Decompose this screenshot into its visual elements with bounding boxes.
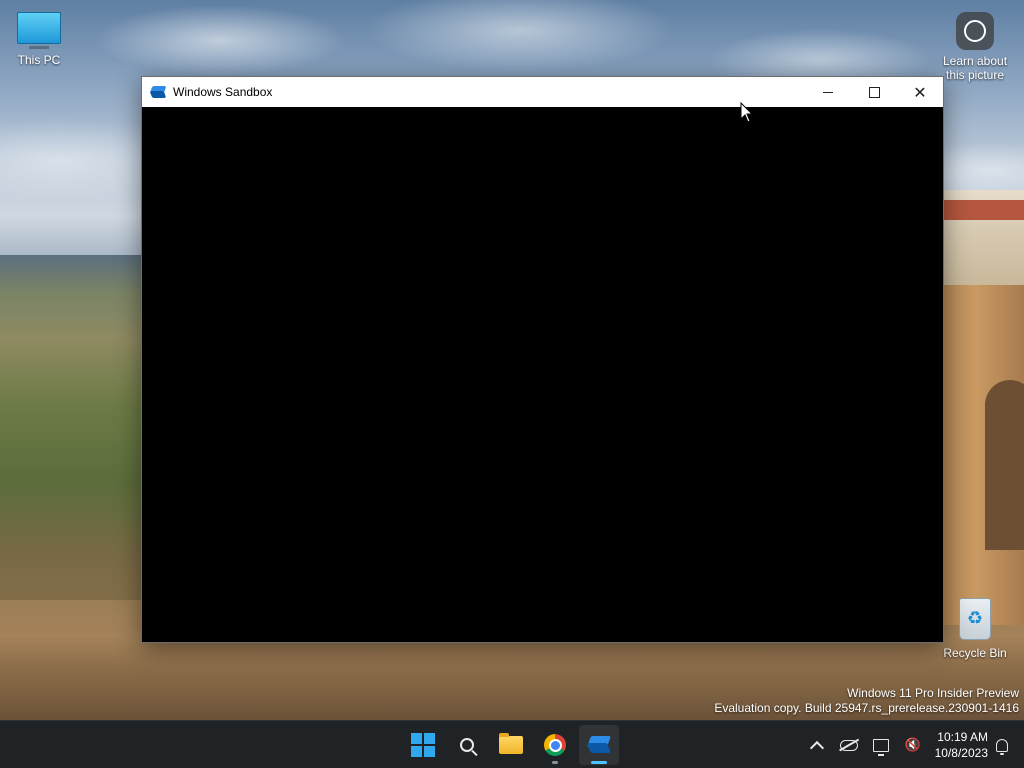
clock-date: 10/8/2023 [934, 746, 988, 760]
wallpaper-roof [944, 200, 1024, 220]
network-button[interactable] [869, 733, 893, 757]
clock[interactable]: 10:19 AM 10/8/2023 [935, 729, 988, 761]
monitor-stand [29, 46, 49, 49]
chevron-up-icon [809, 740, 824, 755]
maximize-icon [868, 86, 880, 98]
running-indicator [552, 761, 558, 764]
chrome-button[interactable] [535, 725, 575, 765]
desktop-icon-learn-about-picture[interactable]: Learn about this picture [938, 10, 1012, 82]
sandbox-window: Windows Sandbox ✕ [141, 76, 944, 643]
sandbox-taskbar-button[interactable] [579, 725, 619, 765]
chrome-icon [544, 734, 566, 756]
volume-muted-icon: 🔇 [904, 737, 921, 753]
watermark-line-2: Evaluation copy. Build 25947.rs_prerelea… [714, 701, 1019, 715]
camera-info-icon [956, 12, 994, 50]
sandbox-icon [587, 736, 611, 754]
taskbar-apps [403, 721, 619, 768]
windows-logo-icon [411, 733, 435, 757]
file-explorer-button[interactable] [491, 725, 531, 765]
notification-bell-icon[interactable] [996, 738, 1008, 755]
window-title: Windows Sandbox [173, 85, 273, 99]
monitor-icon [17, 12, 61, 44]
sandbox-content-area[interactable] [142, 107, 943, 642]
active-indicator [591, 761, 607, 764]
system-tray: 🔇 10:19 AM 10/8/2023 [801, 721, 1024, 768]
onedrive-button[interactable] [837, 733, 861, 757]
onedrive-offline-icon [839, 739, 858, 751]
clock-time: 10:19 AM [937, 730, 988, 744]
folder-icon [499, 733, 523, 754]
sandbox-icon [150, 86, 166, 98]
volume-button[interactable]: 🔇 [901, 733, 925, 757]
recycle-bin-icon: ♻ [959, 598, 991, 640]
wallpaper-hills [0, 255, 145, 635]
desktop-icon-label: Recycle Bin [943, 646, 1007, 660]
desktop-icon-this-pc[interactable]: This PC [8, 10, 70, 67]
show-hidden-icons-button[interactable] [805, 733, 829, 757]
evaluation-watermark: Windows 11 Pro Insider Preview Evaluatio… [714, 686, 1019, 716]
taskbar: 🔇 10:19 AM 10/8/2023 [0, 720, 1024, 768]
network-icon [872, 738, 889, 756]
wallpaper-arch [985, 380, 1024, 550]
search-button[interactable] [447, 725, 487, 765]
start-button[interactable] [403, 725, 443, 765]
search-icon [460, 738, 474, 752]
maximize-button[interactable] [851, 77, 897, 107]
minimize-button[interactable] [805, 77, 851, 107]
window-controls: ✕ [805, 77, 943, 107]
window-titlebar[interactable]: Windows Sandbox ✕ [142, 77, 943, 107]
close-button[interactable]: ✕ [897, 77, 943, 107]
watermark-line-1: Windows 11 Pro Insider Preview [847, 686, 1019, 700]
desktop-icon-recycle-bin[interactable]: ♻ Recycle Bin [942, 598, 1008, 660]
minimize-icon [823, 91, 833, 93]
close-icon: ✕ [913, 82, 927, 102]
mouse-cursor-icon [740, 101, 754, 128]
desktop-icon-label: Learn about this picture [942, 54, 1008, 82]
desktop-icon-label: This PC [17, 53, 61, 67]
